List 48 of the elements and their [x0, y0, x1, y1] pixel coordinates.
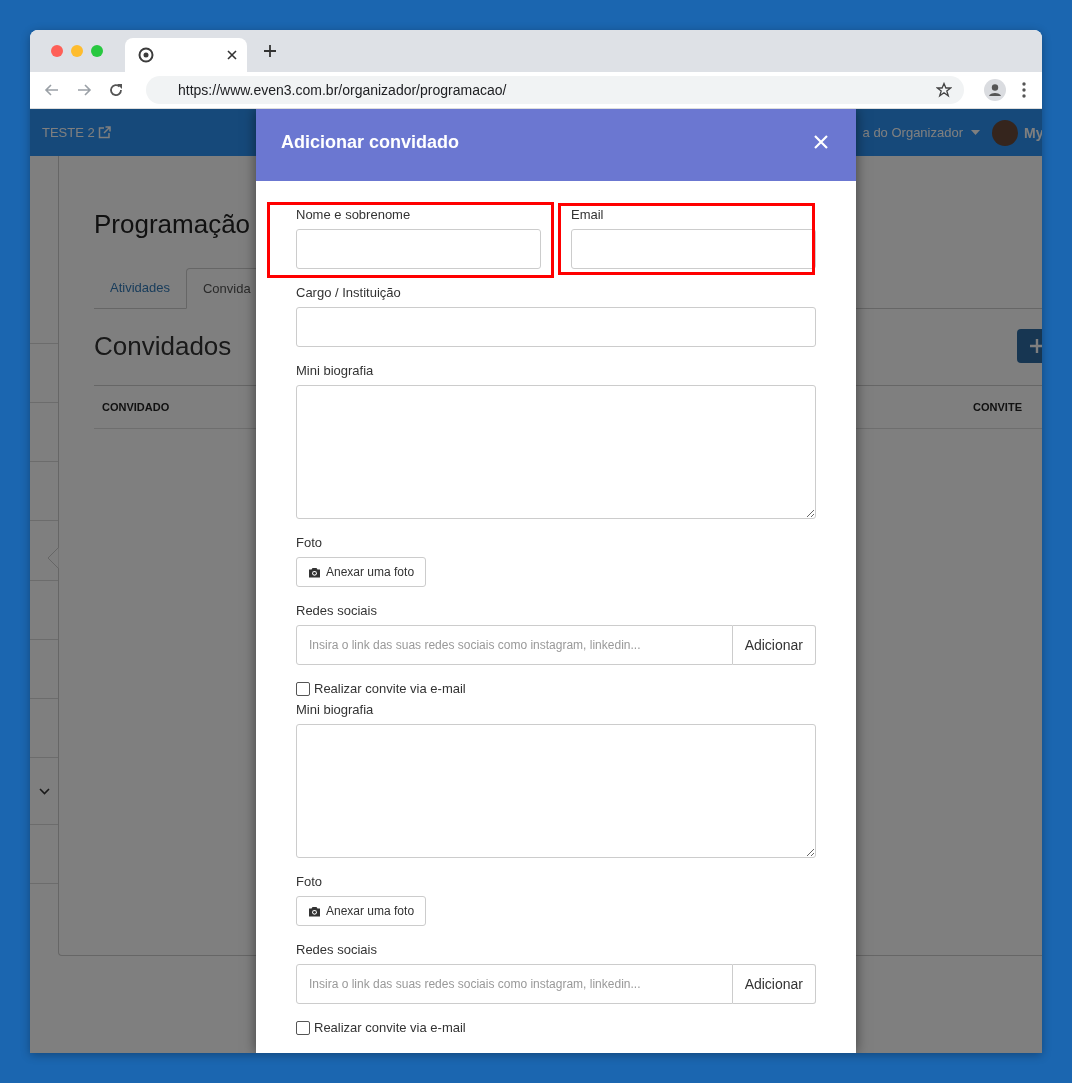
star-icon[interactable]: [936, 82, 952, 98]
social-link-field[interactable]: Insira o link das suas redes sociais como instagram, linkedin...: [296, 625, 733, 665]
field-label: Mini biografia: [296, 702, 375, 717]
field-label: Cargo / Instituição: [296, 285, 402, 300]
menu-icon[interactable]: [1022, 82, 1026, 98]
profile-icon[interactable]: [984, 79, 1006, 101]
back-icon[interactable]: [44, 82, 60, 98]
column-header: CONVIDADO: [102, 401, 170, 413]
add-button[interactable]: Adicionar: [732, 625, 816, 665]
input-field[interactable]: [571, 229, 816, 269]
checkbox[interactable]: [296, 681, 310, 696]
field-label: Foto: [296, 535, 323, 550]
close-tab-icon[interactable]: [227, 50, 237, 60]
plus-icon: [1030, 339, 1042, 353]
browser-tab[interactable]: [125, 38, 247, 72]
field-label: Mini biografia: [296, 363, 375, 378]
site-icon: [138, 47, 154, 63]
add-button[interactable]: Adicionar: [732, 964, 816, 1004]
section-title: Convidados: [94, 330, 232, 362]
close-window-icon[interactable]: [51, 45, 63, 57]
camera-icon: [308, 566, 321, 578]
camera-icon: [308, 905, 321, 917]
chevron-down-icon[interactable]: [38, 787, 50, 795]
avatar-icon[interactable]: [992, 119, 1018, 146]
social-link-field[interactable]: Insira o link das suas redes sociais como instagram, linkedin...: [296, 964, 733, 1004]
address-bar[interactable]: https://www.even3.com.br/organizador/programacao/: [146, 76, 964, 104]
caret-icon[interactable]: [971, 130, 980, 135]
page-title: Programação: [94, 209, 251, 240]
external-link-icon[interactable]: [97, 126, 111, 139]
checkbox-label[interactable]: Realizar convite via e-mail: [314, 1020, 466, 1035]
forward-icon[interactable]: [76, 82, 92, 98]
attach-photo-button[interactable]: Anexar uma foto: [296, 557, 427, 587]
new-tab-icon[interactable]: [263, 44, 277, 58]
close-icon[interactable]: [814, 135, 828, 149]
column-header: CONVITE: [973, 401, 1022, 413]
field-label: Foto: [296, 874, 323, 889]
input-field[interactable]: [296, 307, 816, 347]
field-label: Email: [571, 207, 605, 222]
maximize-window-icon[interactable]: [91, 45, 103, 57]
modal-title: Adicionar convidado: [281, 131, 460, 153]
checkbox-label[interactable]: Realizar convite via e-mail: [314, 681, 466, 696]
checkbox[interactable]: [296, 1020, 310, 1035]
field-label: Redes sociais: [296, 942, 378, 957]
input-field[interactable]: [296, 229, 541, 269]
field-label: Nome e sobrenome: [296, 207, 412, 222]
reload-icon[interactable]: [108, 82, 124, 98]
attach-photo-button[interactable]: Anexar uma foto: [296, 896, 427, 926]
field-label: Redes sociais: [296, 603, 378, 618]
